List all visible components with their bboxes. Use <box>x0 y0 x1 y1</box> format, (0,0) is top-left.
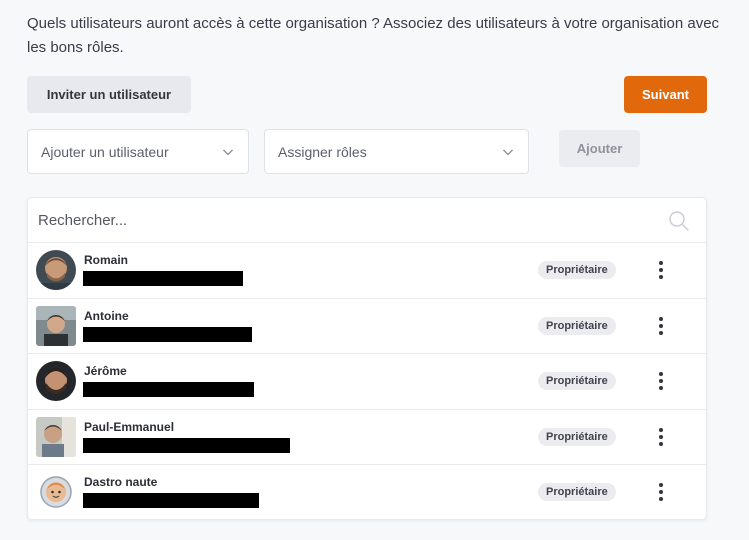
invite-user-button[interactable]: Inviter un utilisateur <box>27 76 191 113</box>
more-options-icon[interactable] <box>656 482 666 502</box>
avatar <box>36 361 76 401</box>
role-badge: Propriétaire <box>538 261 616 279</box>
user-name: Paul-Emmanuel <box>84 419 175 434</box>
role-badge: Propriétaire <box>538 427 616 446</box>
astronaut-avatar <box>36 472 76 512</box>
more-options-icon[interactable] <box>656 427 666 447</box>
redacted-email <box>83 326 252 342</box>
add-button[interactable]: Ajouter <box>559 130 640 167</box>
add-user-select-placeholder: Ajouter un utilisateur <box>41 143 169 160</box>
user-row: Antoine Propriétaire <box>28 299 706 354</box>
more-options-icon[interactable] <box>656 371 666 391</box>
user-row: Romain Propriétaire <box>28 243 706 299</box>
user-name: Antoine <box>84 308 129 323</box>
user-row: Jérôme Propriétaire <box>28 354 706 410</box>
avatar <box>36 250 76 290</box>
search-icon[interactable] <box>668 210 690 232</box>
chevron-down-icon <box>223 149 233 155</box>
user-name: Jérôme <box>84 364 127 378</box>
avatar <box>36 416 76 457</box>
redacted-email <box>83 271 243 286</box>
role-badge: Propriétaire <box>538 483 616 501</box>
avatar <box>36 305 76 346</box>
assign-roles-select-placeholder: Assigner rôles <box>278 143 367 160</box>
users-panel: Romain Propriétaire Antoine Propriétaire <box>27 197 707 520</box>
user-name: Romain <box>84 253 129 267</box>
page: Quels utilisateurs auront accès à cette … <box>0 0 749 540</box>
user-row: Paul-Emmanuel Propriétaire <box>28 410 706 465</box>
assign-roles-select[interactable]: Assigner rôles <box>264 129 529 174</box>
more-options-icon[interactable] <box>656 260 666 280</box>
role-badge: Propriétaire <box>538 372 616 390</box>
redacted-email <box>83 382 254 397</box>
role-badge: Propriétaire <box>538 316 616 335</box>
search-input[interactable] <box>28 198 648 242</box>
redacted-email <box>83 493 259 508</box>
next-button[interactable]: Suivant <box>624 76 707 113</box>
redacted-email <box>83 437 290 453</box>
more-options-icon[interactable] <box>656 316 666 336</box>
intro-text: Quels utilisateurs auront accès à cette … <box>27 15 720 56</box>
chevron-down-icon <box>503 149 513 155</box>
user-name: Dastro naute <box>84 475 158 489</box>
user-row: Dastro naute Propriétaire <box>28 465 706 519</box>
search-bar <box>28 198 706 243</box>
add-user-select[interactable]: Ajouter un utilisateur <box>27 129 249 174</box>
